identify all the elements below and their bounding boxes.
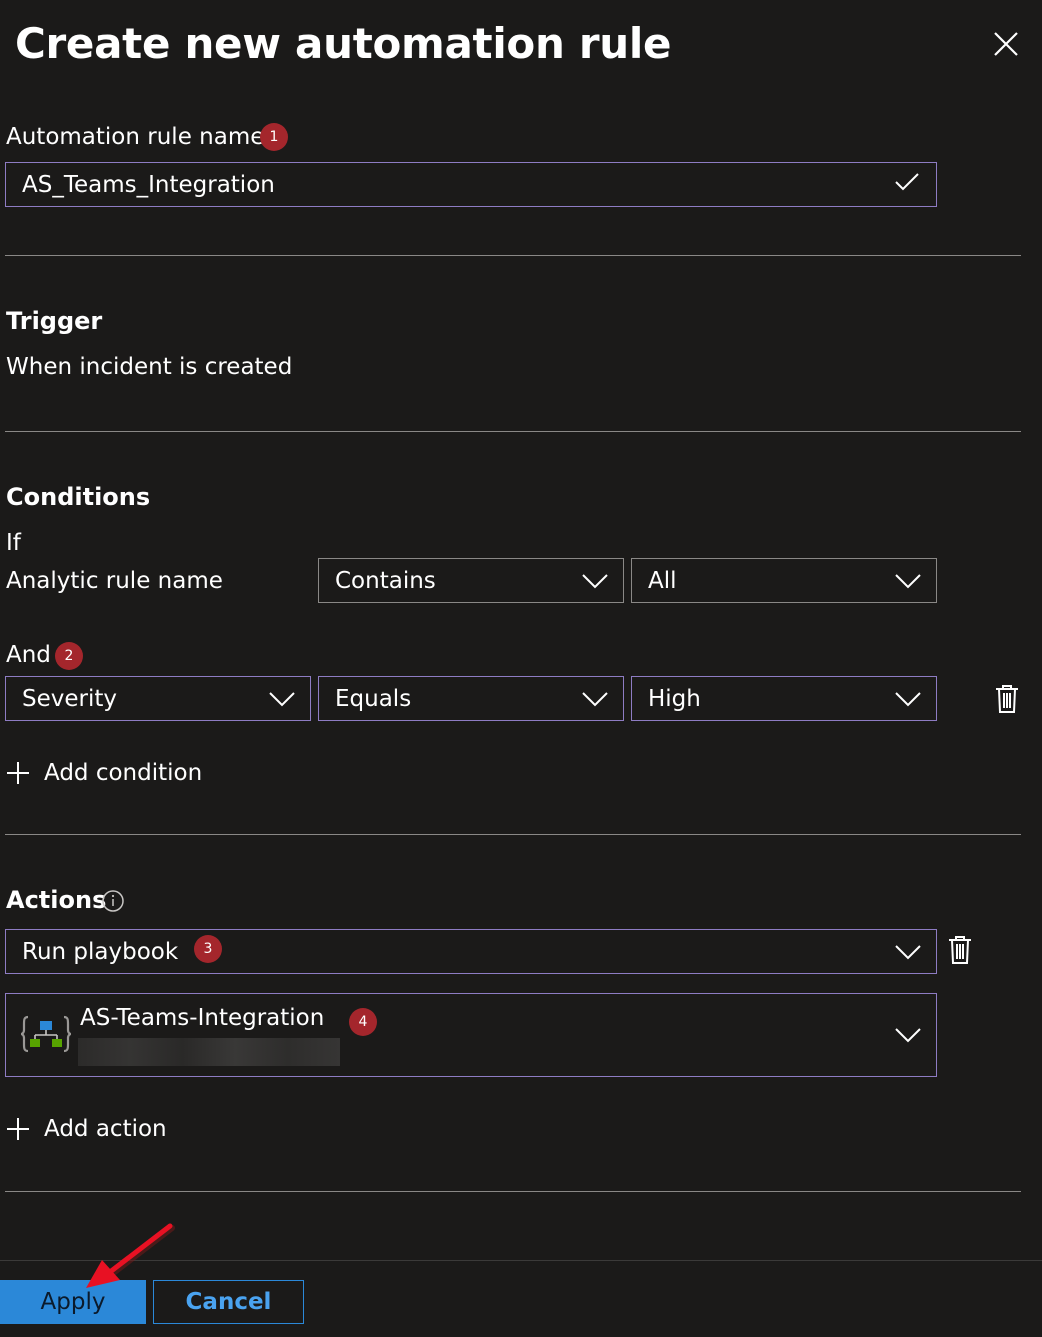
and-label: And [6,642,51,668]
condition-value-dropdown[interactable]: High [631,676,937,721]
chevron-down-icon [582,573,608,588]
cancel-label: Cancel [185,1289,272,1315]
add-condition-label: Add condition [44,760,203,786]
dropdown-value: Contains [335,567,436,594]
dropdown-value: All [648,567,677,594]
step-badge-1: 1 [260,123,288,151]
rule-name-label: Automation rule name [6,124,265,150]
panel-title: Create new automation rule [15,19,672,68]
logic-app-icon [20,1014,72,1058]
step-badge-4: 4 [349,1008,377,1036]
add-condition-button[interactable]: Add condition [6,760,202,786]
dropdown-value: Equals [335,685,412,712]
dropdown-value: Run playbook [22,938,179,965]
divider [5,1191,1021,1192]
chevron-down-icon [582,691,608,706]
dropdown-value: High [648,685,701,712]
add-action-label: Add action [44,1116,167,1142]
divider [5,255,1021,256]
info-icon[interactable] [101,889,125,917]
trigger-value: When incident is created [6,354,293,380]
chevron-down-icon [895,573,921,588]
condition-operator-dropdown[interactable]: Equals [318,676,624,721]
conditions-heading: Conditions [6,483,151,511]
rule-name-input[interactable]: AS_Teams_Integration [5,162,937,207]
divider [5,834,1021,835]
playbook-name: AS-Teams-Integration [80,1005,325,1031]
rule-name-value: AS_Teams_Integration [22,171,275,198]
step-badge-2: 2 [55,642,83,670]
step-badge-3: 3 [194,935,222,963]
plus-icon [7,1118,29,1140]
action-type-dropdown[interactable]: Run playbook [5,929,937,974]
condition-operator-dropdown[interactable]: Contains [318,558,624,603]
delete-action-trash-icon[interactable] [946,934,974,966]
actions-heading: Actions [6,886,107,914]
chevron-down-icon [895,1028,921,1043]
if-label: If [6,530,21,556]
add-action-button[interactable]: Add action [6,1116,167,1142]
condition-field-analytic-rule-name: Analytic rule name [6,568,223,594]
plus-icon [7,762,29,784]
condition-field-dropdown[interactable]: Severity [5,676,311,721]
chevron-down-icon [269,691,295,706]
chevron-down-icon [895,691,921,706]
chevron-down-icon [895,944,921,959]
close-icon[interactable] [988,26,1024,62]
divider [5,431,1021,432]
delete-condition-trash-icon[interactable] [993,683,1021,715]
redacted-subscription-text [78,1038,340,1066]
dropdown-value: Severity [22,685,117,712]
annotation-arrow-icon [80,1222,180,1296]
checkmark-icon [894,172,920,198]
trigger-heading: Trigger [6,307,103,335]
condition-value-dropdown[interactable]: All [631,558,937,603]
